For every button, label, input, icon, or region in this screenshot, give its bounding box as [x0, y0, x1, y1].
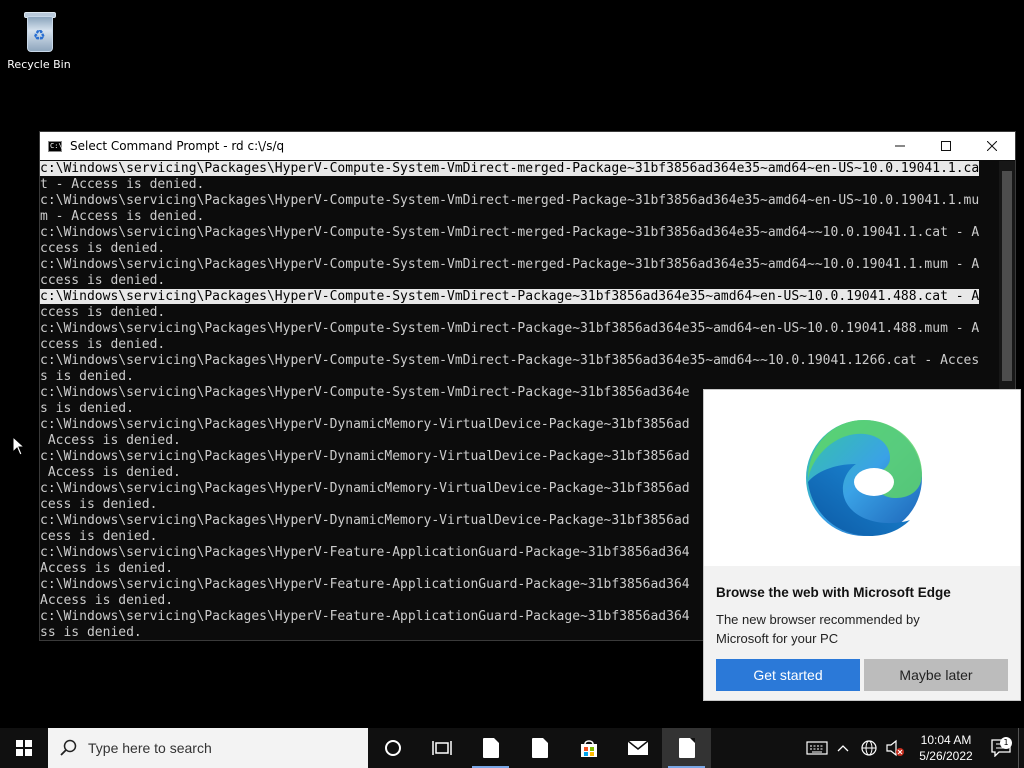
search-placeholder: Type here to search	[88, 740, 212, 756]
get-started-button[interactable]: Get started	[716, 659, 860, 691]
task-view-icon	[431, 741, 452, 755]
taskbar-app-cmd[interactable]	[662, 728, 711, 768]
console-line: m - Access is denied.	[40, 209, 205, 224]
close-button[interactable]	[969, 132, 1015, 160]
windows-logo-icon	[16, 740, 32, 756]
console-line: t - Access is denied.	[40, 177, 205, 192]
edge-promo-description: The new browser recommended by Microsoft…	[716, 612, 920, 646]
close-icon	[987, 141, 997, 151]
console-line: c:\Windows\servicing\Packages\HyperV-Com…	[40, 353, 980, 368]
taskbar-app-mail[interactable]	[613, 728, 662, 768]
console-line: c:\Windows\servicing\Packages\HyperV-Com…	[40, 193, 980, 208]
show-hidden-icons-button[interactable]	[830, 743, 856, 753]
edge-promo-popup: Browse the web with Microsoft Edge The n…	[703, 389, 1021, 701]
action-center-button[interactable]: 1	[984, 737, 1018, 757]
console-line: ccess is denied.	[40, 337, 166, 352]
console-line: c:\Windows\servicing\Packages\HyperV-Com…	[40, 161, 980, 176]
cortana-icon	[384, 740, 401, 756]
console-line: c:\Windows\servicing\Packages\HyperV-Com…	[40, 257, 980, 272]
search-icon	[60, 739, 77, 756]
console-line: s is denied.	[40, 369, 134, 384]
document-icon	[678, 738, 695, 758]
recycle-bin-shortcut[interactable]: ♻ Recycle Bin	[4, 8, 74, 71]
window-title: Select Command Prompt - rd c:\/s/q	[70, 139, 285, 153]
edge-promo-title: Browse the web with Microsoft Edge	[716, 585, 951, 600]
console-line: c:\Windows\servicing\Packages\HyperV-Com…	[40, 225, 980, 240]
store-icon	[580, 740, 597, 757]
mouse-pointer-icon	[12, 436, 24, 456]
start-button[interactable]	[0, 728, 48, 768]
maximize-icon	[941, 141, 951, 151]
edge-promo-hero	[704, 390, 1020, 566]
cortana-button[interactable]	[368, 728, 417, 768]
volume-muted-icon	[886, 739, 904, 757]
chevron-up-icon	[837, 745, 849, 752]
network-globe-icon	[861, 740, 877, 756]
edge-logo-icon	[806, 420, 922, 536]
scrollbar-thumb[interactable]	[1002, 171, 1012, 381]
clock-time: 10:04 AM	[920, 733, 972, 747]
document-icon	[482, 738, 499, 758]
taskbar-app-file-2[interactable]	[515, 728, 564, 768]
console-line: c:\Windows\servicing\Packages\HyperV-Com…	[40, 289, 980, 304]
recycle-bin-label: Recycle Bin	[7, 58, 71, 71]
cmd-icon: C:\	[48, 140, 63, 152]
minimize-button[interactable]	[877, 132, 923, 160]
console-line: ccess is denied.	[40, 241, 166, 256]
recycle-bin-icon: ♻	[19, 8, 59, 54]
minimize-icon	[895, 145, 905, 147]
console-line: ccess is denied.	[40, 273, 166, 288]
taskbar-clock[interactable]: 10:04 AM 5/26/2022	[908, 732, 984, 764]
maybe-later-button[interactable]: Maybe later	[864, 659, 1008, 691]
console-line: c:\Windows\servicing\Packages\HyperV-Com…	[40, 321, 980, 336]
taskbar-app-file-1[interactable]	[466, 728, 515, 768]
keyboard-icon	[806, 741, 828, 755]
taskbar-app-store[interactable]	[564, 728, 613, 768]
window-titlebar[interactable]: C:\ Select Command Prompt - rd c:\/s/q	[40, 132, 1015, 160]
maximize-button[interactable]	[923, 132, 969, 160]
network-button[interactable]	[856, 739, 882, 757]
show-desktop-button[interactable]	[1018, 728, 1024, 768]
volume-button[interactable]	[882, 739, 908, 757]
task-view-button[interactable]	[417, 728, 466, 768]
desktop: ♻ Recycle Bin C:\ Select Command Prompt …	[0, 0, 1024, 768]
document-icon	[531, 738, 548, 758]
console-line: ccess is denied.	[40, 305, 166, 320]
taskbar: Type here to search 10:04 AM 5/26/2022 1	[0, 728, 1024, 768]
mail-icon	[627, 740, 648, 755]
system-tray: 10:04 AM 5/26/2022 1	[804, 728, 1024, 768]
notification-count-badge: 1	[1000, 737, 1012, 749]
taskbar-search-box[interactable]: Type here to search	[48, 728, 368, 768]
tray-app-button[interactable]	[804, 740, 830, 756]
clock-date: 5/26/2022	[919, 749, 973, 763]
